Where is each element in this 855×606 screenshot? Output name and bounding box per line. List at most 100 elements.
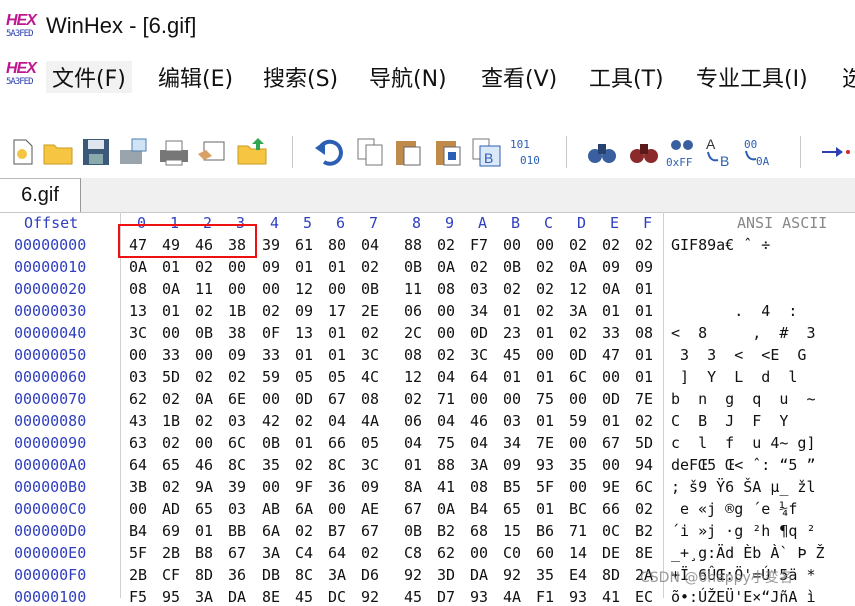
hex-byte[interactable]: 08 (635, 324, 657, 342)
hex-byte[interactable]: 01 (295, 258, 317, 276)
hex-byte[interactable]: 41 (602, 588, 624, 606)
hex-byte[interactable]: 06 (404, 302, 426, 320)
hex-byte[interactable]: 45 (503, 346, 525, 364)
hex-byte[interactable]: 08 (129, 280, 151, 298)
hex-byte[interactable]: 35 (536, 566, 558, 584)
hex-byte[interactable]: 5F (536, 478, 558, 496)
hex-byte[interactable]: 62 (437, 544, 459, 562)
hex-byte[interactable]: 35 (569, 456, 591, 474)
hex-byte[interactable]: 08 (470, 478, 492, 496)
hex-byte[interactable]: 0B (404, 522, 426, 540)
hex-byte[interactable]: 1B (228, 302, 250, 320)
hex-byte[interactable]: 02 (470, 258, 492, 276)
hex-byte[interactable]: 02 (195, 258, 217, 276)
menu-navigation[interactable]: 导航(N) (369, 61, 447, 93)
ansi-text[interactable]: õ•:ÚŽEÜ'E×“JñA ì (671, 588, 816, 606)
hex-byte[interactable]: 93 (569, 588, 591, 606)
hex-byte[interactable]: 75 (536, 390, 558, 408)
menu-tools[interactable]: 工具(T) (589, 61, 664, 93)
properties-icon[interactable] (196, 136, 228, 168)
hex-byte[interactable]: 00 (195, 346, 217, 364)
hex-byte[interactable]: 01 (503, 302, 525, 320)
hex-byte[interactable]: 9E (602, 478, 624, 496)
hex-byte[interactable]: 00 (503, 236, 525, 254)
hex-byte[interactable]: 0F (262, 324, 284, 342)
hex-byte[interactable]: 02 (295, 412, 317, 430)
hex-byte[interactable]: 65 (503, 500, 525, 518)
hex-byte[interactable]: 05 (328, 368, 350, 386)
hex-byte[interactable]: 6A (262, 522, 284, 540)
hex-byte[interactable]: B2 (437, 522, 459, 540)
hex-byte[interactable]: 8D (602, 566, 624, 584)
menu-file[interactable]: 文件(F) (46, 61, 132, 93)
hex-byte[interactable]: 02 (361, 324, 383, 342)
hex-byte[interactable]: DC (328, 588, 350, 606)
ansi-text[interactable]: b n g q u ~ (671, 390, 816, 408)
hex-byte[interactable]: 46 (470, 412, 492, 430)
hex-byte[interactable]: 02 (262, 302, 284, 320)
hex-byte[interactable]: 01 (404, 456, 426, 474)
hex-byte[interactable]: 01 (635, 280, 657, 298)
hex-byte[interactable]: D6 (361, 566, 383, 584)
hex-byte[interactable]: 12 (569, 280, 591, 298)
ansi-text[interactable]: ­e «j ®g ´e ¼f (671, 500, 797, 518)
hex-byte[interactable]: 00 (162, 324, 184, 342)
hex-byte[interactable]: 02 (437, 346, 459, 364)
hex-byte[interactable]: 00 (262, 390, 284, 408)
hex-byte[interactable]: 60 (536, 544, 558, 562)
hex-byte[interactable]: C4 (295, 544, 317, 562)
hex-byte[interactable]: 67 (361, 522, 383, 540)
hex-byte[interactable]: 45 (404, 588, 426, 606)
hex-byte[interactable]: 3C (129, 324, 151, 342)
hex-byte[interactable]: 01 (503, 368, 525, 386)
hex-byte[interactable]: B8 (195, 544, 217, 562)
convert-icon[interactable]: 101010 (510, 136, 546, 168)
hex-byte[interactable]: F1 (536, 588, 558, 606)
hex-byte[interactable]: E4 (569, 566, 591, 584)
hex-byte[interactable]: 04 (404, 434, 426, 452)
hex-byte[interactable]: 6C (228, 434, 250, 452)
ansi-text[interactable]: . 4 : (671, 302, 797, 320)
hex-byte[interactable]: 3A (470, 456, 492, 474)
hex-byte[interactable]: 03 (503, 412, 525, 430)
ansi-text[interactable]: 3 3 < <E G (671, 346, 806, 364)
hex-byte[interactable]: 02 (162, 478, 184, 496)
hex-byte[interactable]: 2B (162, 544, 184, 562)
hex-byte[interactable]: 8A (404, 478, 426, 496)
hex-byte[interactable]: 1B (162, 412, 184, 430)
hex-byte[interactable]: 01 (162, 302, 184, 320)
hex-byte[interactable]: 0B (503, 258, 525, 276)
hex-byte[interactable]: 02 (162, 434, 184, 452)
hex-byte[interactable]: 00 (262, 280, 284, 298)
hex-byte[interactable]: 3A (195, 588, 217, 606)
hex-byte[interactable]: F5 (129, 588, 151, 606)
hex-byte[interactable]: 01 (635, 368, 657, 386)
paste-write-icon[interactable] (432, 136, 464, 168)
hex-byte[interactable]: 8E (262, 588, 284, 606)
hex-byte[interactable]: 00 (328, 280, 350, 298)
hex-byte[interactable]: 63 (129, 434, 151, 452)
hex-byte[interactable]: 92 (404, 566, 426, 584)
hex-byte[interactable]: 0A (569, 258, 591, 276)
hex-byte[interactable]: 01 (328, 346, 350, 364)
hex-byte[interactable]: 13 (129, 302, 151, 320)
hex-byte[interactable]: 00 (602, 456, 624, 474)
hex-byte[interactable]: 36 (228, 566, 250, 584)
hex-byte[interactable]: 3D (437, 566, 459, 584)
hex-byte[interactable]: 93 (536, 456, 558, 474)
hex-byte[interactable]: 04 (437, 412, 459, 430)
hex-byte[interactable]: 14 (569, 544, 591, 562)
hex-byte[interactable]: 36 (328, 478, 350, 496)
hex-byte[interactable]: 66 (328, 434, 350, 452)
hex-byte[interactable]: 02 (503, 280, 525, 298)
menu-view[interactable]: 查看(V) (481, 61, 557, 93)
hex-byte[interactable]: 47 (602, 346, 624, 364)
hex-byte[interactable]: 01 (536, 324, 558, 342)
hex-byte[interactable]: 03 (470, 280, 492, 298)
hex-byte[interactable]: 09 (228, 346, 250, 364)
hex-byte[interactable]: 09 (503, 456, 525, 474)
hex-byte[interactable]: 71 (569, 522, 591, 540)
hex-byte[interactable]: 02 (228, 368, 250, 386)
hex-byte[interactable]: 00 (536, 346, 558, 364)
hex-byte[interactable]: 0A (437, 500, 459, 518)
